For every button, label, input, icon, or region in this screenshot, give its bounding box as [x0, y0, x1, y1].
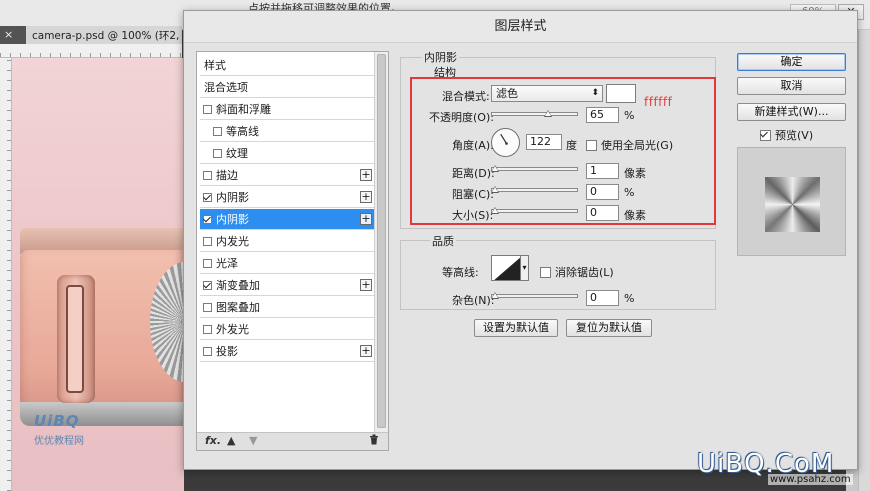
inner-shadow-title: 内阴影: [422, 49, 459, 65]
style-item[interactable]: 图案叠加: [200, 297, 374, 318]
style-item-label: 内发光: [216, 235, 249, 248]
chevron-down-icon: ▾: [522, 263, 527, 272]
set-default-button[interactable]: 设置为默认值: [474, 319, 558, 337]
watermark-logo-left-sub: 优优教程网: [34, 436, 84, 447]
style-preview: [737, 147, 846, 256]
style-item-label: 内阴影: [216, 213, 249, 226]
preview-box[interactable]: [760, 129, 771, 141]
noise-input[interactable]: 0: [586, 290, 619, 306]
style-item-label: 等高线: [226, 125, 259, 138]
camera-slot-inner: [66, 285, 84, 393]
style-item-label: 纹理: [226, 147, 248, 160]
style-item[interactable]: 外发光: [200, 319, 374, 340]
right-panel-edge: [858, 30, 870, 491]
layer-style-dialog: 图层样式 样式混合选项斜面和浮雕等高线纹理描边 + 内阴影 + 内阴影 + 内发光光泽渐变叠…: [183, 10, 858, 470]
style-checkbox[interactable]: [213, 126, 222, 136]
add-effect-icon[interactable]: +: [360, 191, 372, 203]
style-checkbox[interactable]: [203, 258, 212, 268]
move-down-icon[interactable]: ▼: [249, 434, 257, 447]
styles-list-footer: fx. ▲ ▼: [197, 432, 388, 450]
dialog-title: 图层样式: [184, 11, 857, 43]
watermark-logo-left: UiBQ: [34, 412, 80, 430]
preview-label: 预览(V): [775, 129, 814, 142]
move-up-icon[interactable]: ▲: [227, 434, 235, 447]
style-item[interactable]: 斜面和浮雕: [200, 99, 374, 120]
new-style-button[interactable]: 新建样式(W)...: [737, 103, 846, 121]
reset-default-button[interactable]: 复位为默认值: [566, 319, 652, 337]
contour-picker[interactable]: [491, 255, 521, 281]
style-item[interactable]: 混合选项: [200, 77, 374, 98]
style-checkbox[interactable]: [213, 148, 222, 158]
style-item[interactable]: 纹理: [200, 143, 374, 164]
style-item-label: 内阴影: [216, 191, 249, 204]
noise-label: 杂色(N):: [452, 294, 495, 307]
preview-checkbox[interactable]: 预览(V): [760, 127, 813, 143]
style-item-label: 斜面和浮雕: [216, 103, 271, 116]
style-checkbox[interactable]: [203, 280, 212, 290]
style-checkbox[interactable]: [203, 236, 212, 246]
style-item-label: 渐变叠加: [216, 279, 260, 292]
style-item-label: 外发光: [216, 323, 249, 336]
add-effect-icon[interactable]: +: [360, 169, 372, 181]
noise-slider[interactable]: [491, 294, 578, 298]
noise-slider-thumb[interactable]: [491, 292, 499, 299]
styles-list: 样式混合选项斜面和浮雕等高线纹理描边 + 内阴影 + 内阴影 + 内发光光泽渐变叠加 + 图案叠…: [196, 51, 389, 451]
style-checkbox[interactable]: [203, 192, 212, 202]
highlight-annotation-box: [410, 77, 716, 225]
horizontal-ruler: [0, 44, 182, 58]
cancel-button[interactable]: 取消: [737, 77, 846, 95]
trash-icon[interactable]: [369, 434, 379, 448]
style-item-label: 图案叠加: [216, 301, 260, 314]
style-checkbox[interactable]: [203, 346, 212, 356]
style-checkbox[interactable]: [203, 214, 212, 224]
contour-label: 等高线:: [442, 266, 479, 279]
tab-close-icon[interactable]: ×: [4, 28, 13, 41]
style-item-label: 混合选项: [204, 81, 248, 94]
quality-title: 品质: [430, 233, 456, 249]
antialias-label: 消除锯齿(L): [555, 266, 614, 279]
antialias-checkbox[interactable]: 消除锯齿(L): [540, 264, 614, 280]
contour-curve-icon: [494, 257, 520, 280]
style-item-label: 光泽: [216, 257, 238, 270]
style-item[interactable]: 光泽: [200, 253, 374, 274]
style-item[interactable]: 投影 +: [200, 341, 374, 362]
noise-unit: %: [624, 292, 635, 305]
style-item[interactable]: 描边 +: [200, 165, 374, 186]
style-item[interactable]: 样式: [200, 55, 374, 76]
add-effect-icon[interactable]: +: [360, 213, 372, 225]
style-item[interactable]: 内阴影 +: [200, 209, 374, 230]
style-item-label: 样式: [204, 59, 226, 72]
contour-dropdown-button[interactable]: ▾: [521, 255, 529, 281]
watermark-url: www.psahz.com: [768, 474, 853, 485]
style-checkbox[interactable]: [203, 104, 212, 114]
antialias-box[interactable]: [540, 266, 551, 278]
style-checkbox[interactable]: [203, 324, 212, 334]
add-effect-icon[interactable]: +: [360, 345, 372, 357]
add-effect-icon[interactable]: +: [360, 279, 372, 291]
style-checkbox[interactable]: [203, 170, 212, 180]
styles-list-scrollbar[interactable]: [374, 52, 388, 432]
style-item[interactable]: 等高线: [200, 121, 374, 142]
style-item[interactable]: 内发光: [200, 231, 374, 252]
preview-swatch: [765, 177, 820, 232]
ok-button[interactable]: 确定: [737, 53, 846, 71]
document-tab[interactable]: camera-p.psd @ 100% (环2, RGB: [26, 26, 182, 44]
style-item-label: 描边: [216, 169, 238, 182]
style-item-label: 投影: [216, 345, 238, 358]
scrollbar-thumb[interactable]: [377, 54, 386, 428]
style-checkbox[interactable]: [203, 302, 212, 312]
style-item[interactable]: 内阴影 +: [200, 187, 374, 208]
style-item[interactable]: 渐变叠加 +: [200, 275, 374, 296]
fx-icon[interactable]: fx.: [205, 434, 221, 447]
vertical-ruler: [0, 58, 12, 491]
